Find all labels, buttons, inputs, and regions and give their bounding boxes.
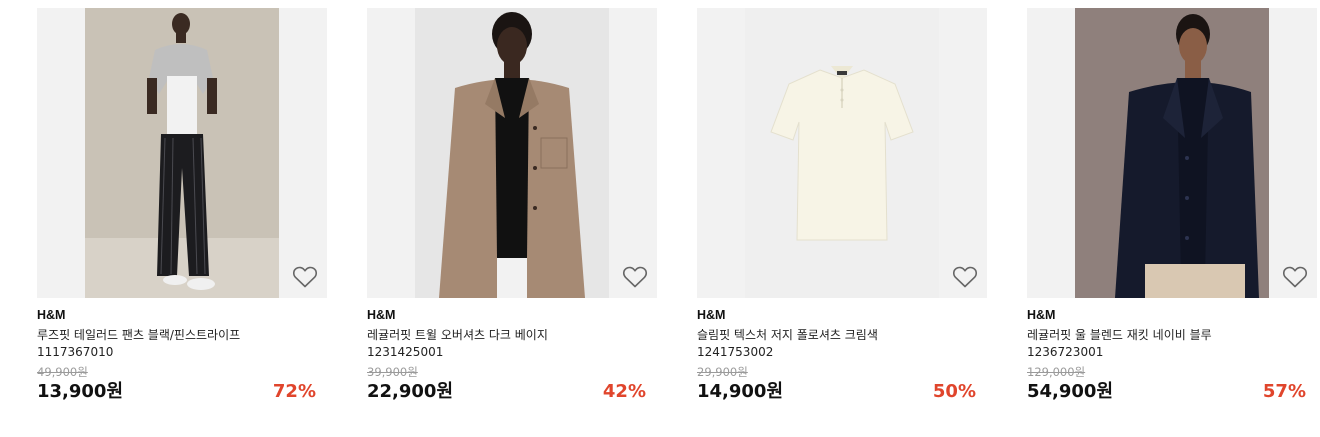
product-name[interactable]: 루즈핏 테일러드 팬츠 블랙/핀스트라이프 [37, 327, 327, 343]
original-price: 29,900원 [697, 365, 748, 379]
sale-price: 14,900원 [697, 381, 784, 402]
original-price: 39,900원 [367, 365, 418, 379]
product-image-container[interactable] [37, 8, 327, 298]
discount-rate: 72% [272, 381, 316, 402]
price-row: 14,900원 50% [697, 380, 987, 406]
product-image[interactable] [85, 8, 279, 298]
discount-rate: 42% [602, 381, 646, 402]
discount-rate: 57% [1262, 381, 1306, 402]
product-card[interactable]: H&M 루즈핏 테일러드 팬츠 블랙/핀스트라이프 1117367010 49,… [37, 8, 327, 406]
product-image[interactable] [1075, 8, 1269, 298]
product-card[interactable]: H&M 레귤러핏 울 블렌드 재킷 네이비 블루 1236723001 129,… [1027, 8, 1317, 406]
sale-price: 54,900원 [1027, 381, 1114, 402]
product-code: 1231425001 [367, 345, 444, 359]
original-price: 49,900원 [37, 365, 88, 379]
product-code: 1117367010 [37, 345, 114, 359]
wishlist-heart-icon[interactable] [292, 265, 318, 289]
wishlist-heart-icon[interactable] [1282, 265, 1308, 289]
product-brand[interactable]: H&M [697, 308, 987, 323]
price-row: 54,900원 57% [1027, 380, 1317, 406]
product-name[interactable]: 레귤러핏 트윌 오버셔츠 다크 베이지 [367, 327, 657, 343]
price-row: 22,900원 42% [367, 380, 657, 406]
wishlist-heart-icon[interactable] [622, 265, 648, 289]
product-image[interactable] [415, 8, 609, 298]
sale-price: 13,900원 [37, 381, 124, 402]
product-brand[interactable]: H&M [367, 308, 657, 323]
product-code: 1241753002 [697, 345, 774, 359]
product-grid: H&M 루즈핏 테일러드 팬츠 블랙/핀스트라이프 1117367010 49,… [0, 0, 1320, 437]
product-brand[interactable]: H&M [37, 308, 327, 323]
product-image[interactable] [745, 8, 939, 298]
price-row: 13,900원 72% [37, 380, 327, 406]
discount-rate: 50% [932, 381, 976, 402]
wishlist-heart-icon[interactable] [952, 265, 978, 289]
product-brand[interactable]: H&M [1027, 308, 1317, 323]
product-card[interactable]: H&M 레귤러핏 트윌 오버셔츠 다크 베이지 1231425001 39,90… [367, 8, 657, 406]
product-name[interactable]: 레귤러핏 울 블렌드 재킷 네이비 블루 [1027, 327, 1317, 343]
product-image-container[interactable] [697, 8, 987, 298]
product-image-container[interactable] [367, 8, 657, 298]
original-price: 129,000원 [1027, 365, 1086, 379]
sale-price: 22,900원 [367, 381, 454, 402]
product-name[interactable]: 슬림핏 텍스처 저지 폴로셔츠 크림색 [697, 327, 987, 343]
product-image-container[interactable] [1027, 8, 1317, 298]
product-code: 1236723001 [1027, 345, 1104, 359]
product-card[interactable]: H&M 슬림핏 텍스처 저지 폴로셔츠 크림색 1241753002 29,90… [697, 8, 987, 406]
